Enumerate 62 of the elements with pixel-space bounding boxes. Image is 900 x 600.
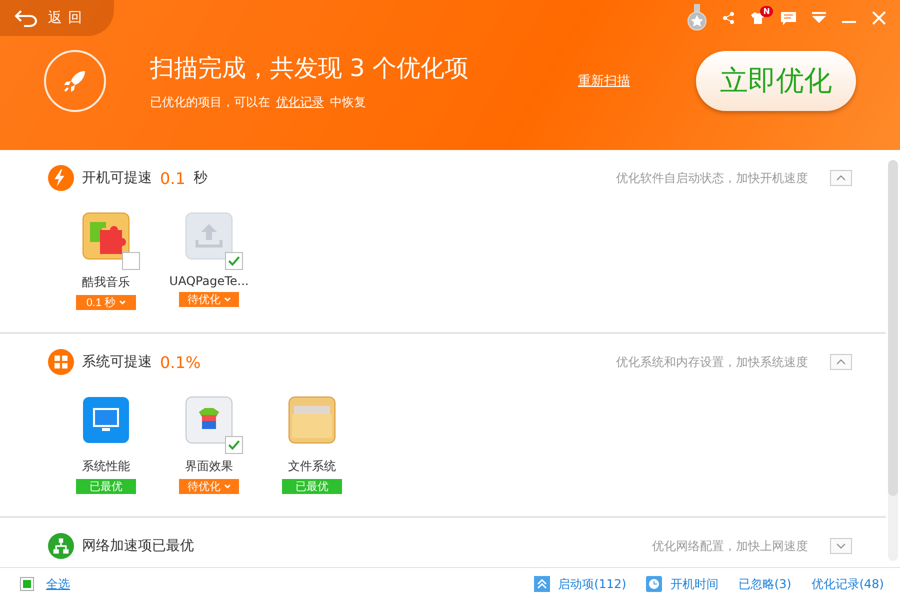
section-title: 网络加速项已最优 bbox=[82, 537, 194, 555]
status-tag[interactable]: 已最优 bbox=[76, 479, 136, 494]
chevron-up-icon bbox=[836, 359, 846, 365]
upload-tray-icon bbox=[185, 212, 233, 260]
section-title: 开机可提速 bbox=[82, 169, 152, 187]
item-name: 界面效果 bbox=[185, 458, 233, 475]
collapse-toggle[interactable] bbox=[830, 354, 852, 370]
status-tag[interactable]: 待优化 bbox=[179, 479, 239, 494]
checkbox[interactable] bbox=[225, 252, 243, 270]
message-icon[interactable] bbox=[781, 12, 796, 24]
section-title: 系统可提速 bbox=[82, 353, 152, 371]
status-tag[interactable]: 0.1 秒 bbox=[76, 295, 136, 310]
scrollbar-thumb[interactable] bbox=[888, 160, 898, 496]
optimize-button[interactable]: 立即优化 bbox=[696, 51, 856, 111]
back-button[interactable]: 返回 bbox=[0, 0, 114, 36]
subtitle-text: 中恢复 bbox=[330, 94, 366, 110]
menu-icon[interactable] bbox=[812, 12, 826, 24]
speedup-unit: 秒 bbox=[193, 169, 208, 187]
chevron-up-icon bbox=[836, 175, 846, 181]
item-name: 系统性能 bbox=[82, 458, 130, 475]
startup-icon bbox=[534, 576, 550, 592]
checkbox[interactable] bbox=[225, 436, 243, 454]
footer-link[interactable]: 优化记录(48) bbox=[811, 576, 884, 592]
collapse-toggle[interactable] bbox=[830, 170, 852, 186]
back-arrow-icon bbox=[14, 9, 38, 27]
notification-badge: N bbox=[760, 6, 773, 17]
item-name: 文件系统 bbox=[288, 458, 336, 475]
tshirt-icon bbox=[185, 396, 233, 444]
scan-result-title: 扫描完成，共发现 3 个优化项 bbox=[150, 52, 470, 84]
item-name: UAQPageTe... bbox=[169, 274, 249, 288]
caret-icon bbox=[224, 297, 230, 302]
footer-link[interactable]: 启动项(112) bbox=[558, 576, 626, 592]
checkbox[interactable] bbox=[122, 252, 140, 270]
puzzle-icon bbox=[82, 212, 130, 260]
chevron-down-icon bbox=[836, 543, 846, 549]
history-link[interactable]: 优化记录 bbox=[276, 94, 324, 110]
select-all-checkbox[interactable] bbox=[20, 577, 34, 591]
caret-icon bbox=[224, 484, 230, 489]
caret-icon bbox=[118, 300, 126, 305]
item-name: 酷我音乐 bbox=[82, 274, 130, 291]
section-description: 优化软件自启动状态，加快开机速度 bbox=[616, 170, 808, 186]
speedup-value: 0.1% bbox=[160, 352, 201, 372]
windows-icon bbox=[48, 349, 74, 375]
folder-icon bbox=[288, 396, 336, 444]
collapse-toggle[interactable] bbox=[830, 538, 852, 554]
close-icon[interactable] bbox=[872, 11, 886, 25]
footer-link[interactable]: 开机时间 bbox=[670, 576, 718, 592]
footer-link[interactable]: 已忽略(3) bbox=[738, 576, 792, 592]
share-icon[interactable] bbox=[723, 12, 735, 24]
subtitle-text: 已优化的项目，可以在 bbox=[150, 94, 270, 110]
status-tag[interactable]: 已最优 bbox=[282, 479, 342, 494]
clock-icon bbox=[646, 576, 662, 592]
status-tag[interactable]: 待优化 bbox=[179, 292, 239, 307]
lightning-icon bbox=[48, 165, 74, 191]
select-all-link[interactable]: 全选 bbox=[46, 576, 70, 592]
medal-icon[interactable] bbox=[687, 4, 707, 32]
speedup-value: 0.1 bbox=[160, 168, 186, 188]
network-icon bbox=[48, 533, 74, 559]
section-description: 优化系统和内存设置，加快系统速度 bbox=[616, 354, 808, 370]
monitor-icon bbox=[82, 396, 130, 444]
rescan-link[interactable]: 重新扫描 bbox=[578, 72, 630, 90]
section-description: 优化网络配置，加快上网速度 bbox=[652, 538, 808, 554]
